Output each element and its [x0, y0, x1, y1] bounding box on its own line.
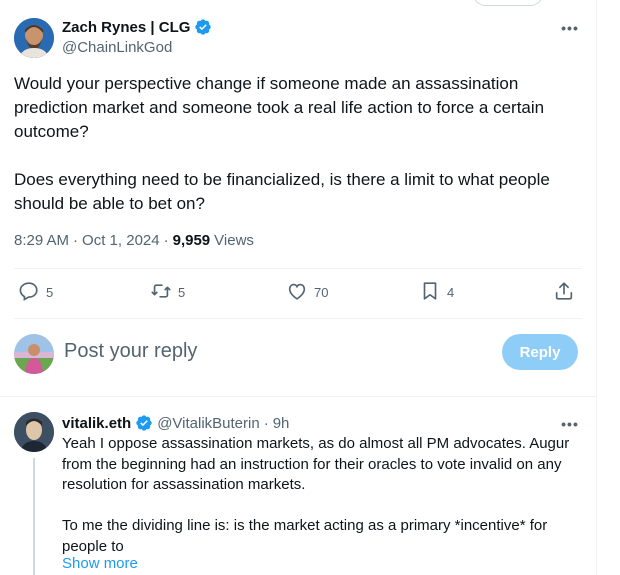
views-count: 9,959 [172, 232, 211, 249]
meta-separator: · [263, 414, 269, 432]
author-name[interactable]: Zach Rynes | CLG [62, 19, 190, 36]
like-count: 70 [314, 285, 329, 300]
timeline-column: Zach Rynes | CLG @ChainLinkGod ••• Would… [0, 0, 597, 575]
meta-separator: · [163, 232, 169, 249]
reply-count: 5 [46, 285, 54, 300]
repost-count: 5 [178, 285, 186, 300]
verified-badge-icon [135, 414, 153, 432]
follow-button[interactable] [472, 0, 544, 6]
replier-handle[interactable]: @VitalikButerin [157, 415, 260, 432]
reply-icon [18, 280, 40, 305]
tweet-meta: 8:29 AM · Oct 1, 2024 · 9,959 Views [14, 232, 254, 249]
author-name-row: Zach Rynes | CLG [62, 18, 212, 36]
like-icon [286, 280, 308, 305]
tweet-text: Would your perspective change if someone… [14, 74, 550, 213]
meta-separator: · [73, 232, 79, 249]
show-more-link[interactable]: Show more [62, 555, 138, 572]
bookmark-count: 4 [447, 285, 455, 300]
divider [0, 396, 596, 397]
share-icon [553, 280, 575, 305]
tweet-time[interactable]: 8:29 AM [14, 232, 69, 249]
tweet-date[interactable]: Oct 1, 2024 [82, 232, 160, 249]
reply-input[interactable]: Post your reply [64, 340, 197, 363]
bookmark-action[interactable]: 4 [419, 280, 454, 305]
more-icon[interactable]: ••• [560, 414, 580, 434]
replier-avatar[interactable] [14, 412, 54, 452]
action-bar: 5 5 70 4 [14, 280, 582, 306]
replier-header: vitalik.eth @VitalikButerin · 9h [62, 414, 289, 432]
reply-action[interactable]: 5 [18, 280, 53, 305]
more-icon[interactable]: ••• [560, 18, 580, 38]
repost-icon [150, 280, 172, 305]
author-avatar[interactable] [14, 18, 54, 58]
reply-button[interactable]: Reply [502, 334, 578, 370]
author-handle[interactable]: @ChainLinkGod [62, 39, 172, 56]
reply-time[interactable]: 9h [273, 415, 290, 432]
bookmark-icon [419, 280, 441, 305]
repost-action[interactable]: 5 [150, 280, 185, 305]
views-label: Views [214, 232, 254, 249]
verified-badge-icon [194, 18, 212, 36]
share-action[interactable] [553, 280, 575, 305]
reply-text: Yeah I oppose assassination markets, as … [62, 435, 570, 555]
divider [14, 268, 582, 269]
current-user-avatar[interactable] [14, 334, 54, 374]
replier-name[interactable]: vitalik.eth [62, 415, 131, 432]
thread-line [33, 458, 35, 575]
like-action[interactable]: 70 [286, 280, 328, 305]
divider [14, 318, 582, 319]
